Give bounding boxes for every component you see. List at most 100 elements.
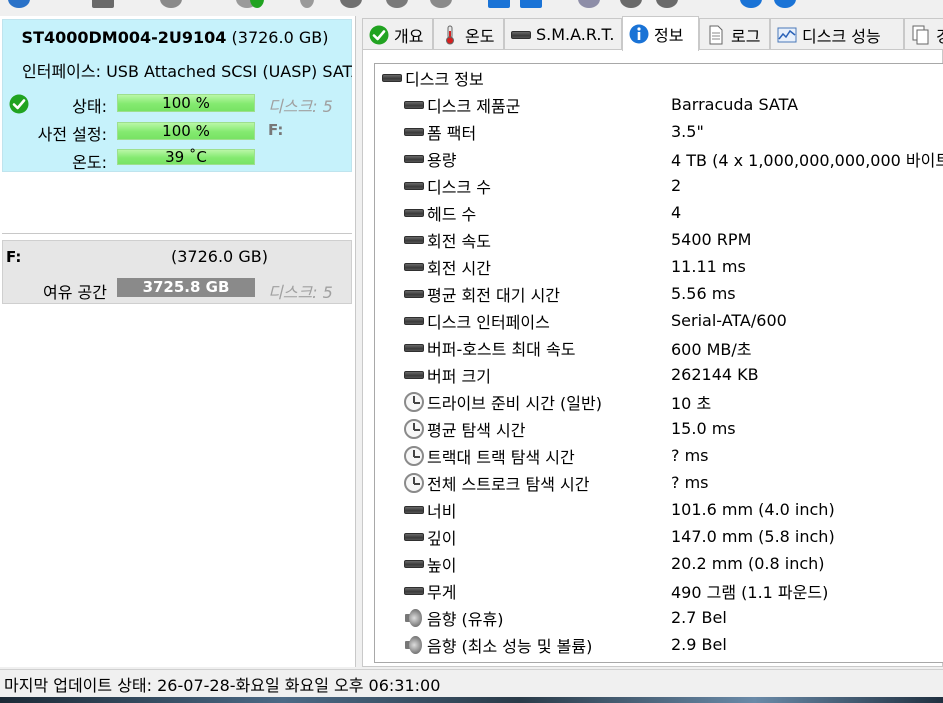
tab-alert-label: 경 <box>936 23 943 47</box>
tab-temperature-label: 온도 <box>465 26 495 46</box>
disk-icon <box>403 527 425 547</box>
tab-smart-label: S.M.A.R.T. <box>536 25 615 44</box>
property-row[interactable]: 디스크 인터페이스 Serial-ATA/600 <box>403 307 943 334</box>
property-name: 평균 회전 대기 시간 <box>427 285 561 305</box>
tab-smart[interactable]: S.M.A.R.T. <box>504 18 622 50</box>
toolbar-cd-icon[interactable] <box>578 0 600 8</box>
tab-temperature[interactable]: 온도 <box>433 18 504 50</box>
property-name: 드라이브 준비 시간 (일반) <box>427 393 602 413</box>
property-value: 147.0 mm (5.8 inch) <box>671 527 835 546</box>
property-name: 높이 <box>427 555 457 575</box>
property-row[interactable]: 높이 20.2 mm (0.8 inch) <box>403 550 943 577</box>
toolbar-disk-icon[interactable] <box>340 0 362 8</box>
check-icon <box>369 25 389 44</box>
toolbar-help-icon[interactable] <box>740 0 762 8</box>
status-ok-icon <box>9 94 29 114</box>
toolbar-save-icon[interactable] <box>92 0 114 8</box>
info-tab-panel: 디스크 정보 디스크 제품군 Barracuda SATA 폼 팩터 3.5" 용량 4 … <box>362 49 943 667</box>
tab-overview[interactable]: 개요 <box>362 18 433 50</box>
property-row[interactable]: 버퍼-호스트 최대 속도 600 MB/초 <box>403 334 943 361</box>
tab-overview-label: 개요 <box>394 26 424 46</box>
property-row[interactable]: 용량 4 TB (4 x 1,000,000,000,000 바이트) <box>403 145 943 172</box>
property-row[interactable]: 디스크 수 2 <box>403 172 943 199</box>
property-value: 11.11 ms <box>671 257 746 276</box>
drive-letter: F: <box>268 121 284 139</box>
property-value: Serial-ATA/600 <box>671 311 787 330</box>
disk-icon <box>403 311 425 331</box>
disk-card[interactable]: ST4000DM004-2U9104 (3726.0 GB) 인터페이스: US… <box>2 19 352 172</box>
toolbar-refresh-icon[interactable] <box>8 0 30 8</box>
toolbar-chart-icon[interactable] <box>520 0 542 8</box>
status-value: 100 % <box>162 94 210 112</box>
property-row[interactable]: 평균 회전 대기 시간 5.56 ms <box>403 280 943 307</box>
disk-size: (3726.0 GB) <box>231 28 329 47</box>
toolbar-tool5-icon[interactable] <box>656 0 678 8</box>
property-row[interactable]: 음향 (최소 성능 및 볼륨) 2.9 Bel <box>403 631 943 658</box>
disk-interface-line: 인터페이스: USB Attached SCSI (UASP) SATA <box>22 58 352 82</box>
property-value: 2.7 Bel <box>671 608 727 627</box>
disk-info-list[interactable]: 디스크 정보 디스크 제품군 Barracuda SATA 폼 팩터 3.5" 용량 4 … <box>374 63 943 663</box>
disk-icon <box>403 554 425 574</box>
interface-label: 인터페이스: <box>22 62 101 81</box>
tab-info-label: 정보 <box>654 26 684 45</box>
property-row[interactable]: 회전 시간 11.11 ms <box>403 253 943 280</box>
disk-icon <box>403 581 425 601</box>
status-label: 상태: <box>72 97 107 116</box>
property-value: 2 <box>671 176 682 195</box>
toolbar-tool-icon[interactable] <box>160 0 182 8</box>
disk-list-pane: ST4000DM004-2U9104 (3726.0 GB) 인터페이스: US… <box>0 16 356 667</box>
property-value: 15.0 ms <box>671 419 736 438</box>
chart-icon <box>777 27 797 42</box>
property-row[interactable]: 드라이브 준비 시간 (일반) 10 초 <box>403 388 943 415</box>
property-row[interactable]: 무게 490 그램 (1.1 파운드) <box>403 577 943 604</box>
clock-icon <box>403 445 425 466</box>
tab-disk-performance[interactable]: 디스크 성능 <box>770 18 904 50</box>
property-row[interactable]: 디스크 제품군 Barracuda SATA <box>403 91 943 118</box>
property-name: 트랙대 트랙 탐색 시간 <box>427 447 575 467</box>
temperature-value: 39 ˚C <box>165 148 207 166</box>
tab-alert[interactable]: 경 <box>904 18 943 50</box>
copy-icon <box>912 25 929 44</box>
property-row[interactable]: 트랙대 트랙 탐색 시간 ? ms <box>403 442 943 469</box>
property-name: 깊이 <box>427 528 457 548</box>
property-name: 디스크 수 <box>427 177 491 197</box>
tab-bar: 개요 온도 S.M.A.R.T. 정보 로그 디스크 성능 <box>362 16 943 51</box>
volume-card[interactable]: F: (3726.0 GB) 여유 공간 3725.8 GB 디스크: 5 <box>2 240 352 304</box>
property-row[interactable]: 헤드 수 4 <box>403 199 943 226</box>
disk-icon <box>403 122 425 142</box>
disk-icon <box>381 68 403 88</box>
property-row[interactable]: 깊이 147.0 mm (5.8 inch) <box>403 523 943 550</box>
toolbar-disk2-icon[interactable] <box>386 0 408 8</box>
free-space-bar: 3725.8 GB <box>117 278 255 297</box>
clock-icon <box>403 418 425 439</box>
tab-info[interactable]: 정보 <box>622 16 699 51</box>
toolbar-tool3-icon[interactable] <box>430 0 452 8</box>
speaker-icon <box>403 635 425 655</box>
clock-icon <box>403 391 425 412</box>
disk-icon <box>403 257 425 277</box>
disk-card-title: ST4000DM004-2U9104 (3726.0 GB) <box>3 28 347 47</box>
toolbar-about-icon[interactable] <box>774 0 796 8</box>
property-row[interactable]: 회전 속도 5400 RPM <box>403 226 943 253</box>
property-name: 무게 <box>427 582 457 602</box>
property-row[interactable]: 음향 (유휴) 2.7 Bel <box>403 604 943 631</box>
disk-icon <box>511 25 531 45</box>
toolbar-tool4-icon[interactable] <box>620 0 642 8</box>
toolbar-info-icon[interactable] <box>488 0 510 8</box>
info-icon <box>629 24 649 44</box>
prediction-bar: 100 % <box>117 122 255 140</box>
status-bar: 100 % <box>117 94 255 112</box>
property-name: 음향 (유휴) <box>427 609 504 629</box>
disk-icon <box>403 203 425 223</box>
property-name: 디스크 인터페이스 <box>427 312 550 332</box>
property-row[interactable]: 전체 스트로크 탐색 시간 ? ms <box>403 469 943 496</box>
disk-number-label: 디스크: 5 <box>268 97 333 116</box>
property-name: 버퍼-호스트 최대 속도 <box>427 339 576 359</box>
property-row[interactable]: 폼 팩터 3.5" <box>403 118 943 145</box>
property-row[interactable]: 평균 탐색 시간 15.0 ms <box>403 415 943 442</box>
property-name: 전체 스트로크 탐색 시간 <box>427 474 590 494</box>
tab-log[interactable]: 로그 <box>699 18 770 50</box>
toolbar-search-icon[interactable] <box>300 0 314 8</box>
property-row[interactable]: 너비 101.6 mm (4.0 inch) <box>403 496 943 523</box>
property-row[interactable]: 버퍼 크기 262144 KB <box>403 361 943 388</box>
